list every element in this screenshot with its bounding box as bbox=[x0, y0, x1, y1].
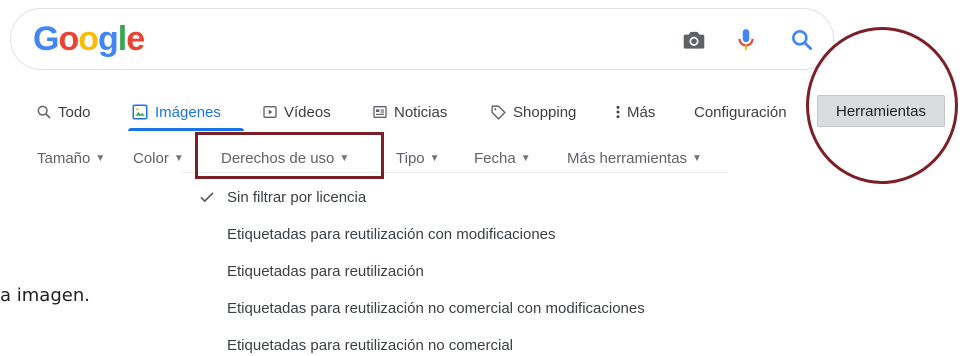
tab-label: Vídeos bbox=[284, 103, 331, 121]
highlight-circle-herramientas bbox=[806, 27, 958, 184]
caret-down-icon: ▼ bbox=[692, 152, 702, 164]
filter-tamano[interactable]: Tamaño ▼ bbox=[37, 143, 105, 173]
tab-shopping[interactable]: Shopping bbox=[490, 95, 576, 129]
tab-label: Shopping bbox=[513, 103, 577, 121]
tab-label: Configuración bbox=[694, 103, 787, 121]
filter-label: Más herramientas bbox=[567, 149, 688, 167]
tab-label: Imágenes bbox=[155, 103, 221, 121]
logo-letter: e bbox=[126, 20, 145, 58]
filter-tipo[interactable]: Tipo ▼ bbox=[396, 143, 440, 173]
tab-videos[interactable]: Vídeos bbox=[262, 95, 331, 129]
dropdown-item-label: Etiquetadas para reutilización no comerc… bbox=[227, 299, 645, 317]
logo-letter: g bbox=[98, 20, 119, 58]
dropdown-item-label: Sin filtrar por licencia bbox=[227, 188, 367, 206]
filter-fecha[interactable]: Fecha ▼ bbox=[474, 143, 531, 173]
caret-down-icon: ▼ bbox=[520, 152, 531, 164]
background-text-fragment: a imagen. bbox=[0, 285, 90, 306]
tab-imagenes[interactable]: Imágenes bbox=[131, 95, 221, 129]
logo-letter: o bbox=[78, 20, 99, 58]
tab-mas[interactable]: Más bbox=[615, 95, 655, 129]
filter-label: Tipo bbox=[396, 149, 425, 167]
filter-mas-herramientas[interactable]: Más herramientas ▼ bbox=[567, 143, 702, 173]
filter-color[interactable]: Color ▼ bbox=[133, 143, 184, 173]
tab-todo[interactable]: Todo bbox=[36, 95, 91, 129]
dropdown-item-label: Etiquetadas para reutilización bbox=[227, 262, 424, 280]
dropdown-item-label: Etiquetadas para reutilización no comerc… bbox=[227, 336, 513, 354]
dropdown-item-label: Etiquetadas para reutilización con modif… bbox=[227, 225, 556, 243]
caret-down-icon: ▼ bbox=[429, 152, 440, 164]
image-icon bbox=[131, 103, 149, 121]
tab-label: Noticias bbox=[394, 103, 448, 121]
tab-noticias[interactable]: Noticias bbox=[372, 95, 447, 129]
active-tab-indicator bbox=[128, 128, 244, 131]
mic-icon[interactable] bbox=[733, 27, 759, 53]
more-vert-icon bbox=[615, 104, 621, 120]
filter-label: Tamaño bbox=[37, 149, 91, 167]
filter-label: Color bbox=[133, 149, 169, 167]
search-bar[interactable]: Google bbox=[10, 8, 834, 70]
logo-letter: G bbox=[33, 20, 59, 58]
search-icon bbox=[36, 104, 52, 120]
search-icon[interactable] bbox=[789, 27, 815, 53]
play-icon bbox=[262, 104, 278, 120]
tab-configuracion[interactable]: Configuración bbox=[694, 95, 787, 129]
logo-letter: o bbox=[58, 20, 79, 58]
news-icon bbox=[372, 104, 388, 120]
filter-label: Fecha bbox=[474, 149, 516, 167]
caret-down-icon: ▼ bbox=[95, 152, 106, 164]
tag-icon bbox=[490, 104, 507, 121]
caret-down-icon: ▼ bbox=[173, 152, 184, 164]
tab-label: Todo bbox=[58, 103, 91, 121]
logo-letter: l bbox=[117, 20, 128, 58]
tab-label: Más bbox=[627, 103, 656, 121]
check-icon bbox=[200, 192, 214, 203]
camera-icon[interactable] bbox=[681, 27, 707, 53]
google-logo[interactable]: Google bbox=[33, 19, 145, 59]
highlight-box-derechos-de-uso bbox=[195, 132, 384, 179]
